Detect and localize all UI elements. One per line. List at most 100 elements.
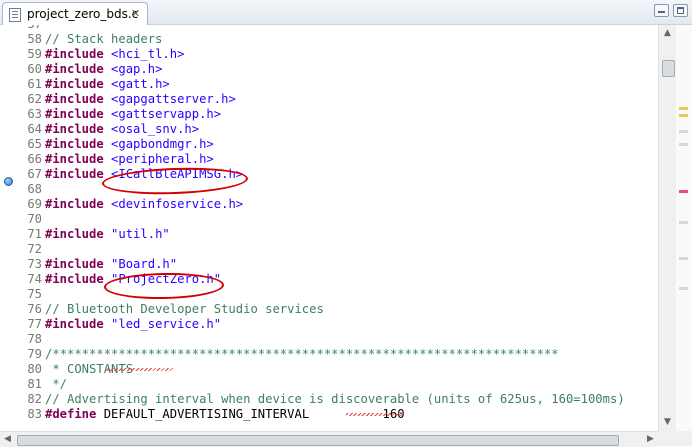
line-source[interactable]: #include "Board.h" <box>42 257 177 272</box>
minimize-icon[interactable] <box>654 4 669 17</box>
code-line[interactable]: 60 #include <gap.h> <box>0 62 625 77</box>
code-line[interactable]: 77 #include "led_service.h" <box>0 317 625 332</box>
code-line[interactable]: 73 #include "Board.h" <box>0 257 625 272</box>
line-source[interactable]: #include <gapbondmgr.h> <box>42 137 214 152</box>
code-line[interactable]: 65 #include <gapbondmgr.h> <box>0 137 625 152</box>
comment-token: */ <box>45 377 68 391</box>
code-line[interactable]: 79/*************************************… <box>0 347 625 362</box>
line-source[interactable]: /***************************************… <box>42 347 559 362</box>
line-number: 78 <box>27 332 42 346</box>
line-source[interactable]: // Stack headers <box>42 32 162 47</box>
overview-mark[interactable] <box>679 221 688 224</box>
overview-mark[interactable] <box>679 107 688 110</box>
scroll-left-icon[interactable]: ◀ <box>0 432 15 447</box>
line-number: 66 <box>27 152 42 166</box>
overview-mark[interactable] <box>679 257 688 260</box>
comment-token: // Bluetooth Developer Studio services <box>45 302 324 316</box>
overview-mark[interactable] <box>679 143 688 146</box>
string-token: "ProjectZero.h" <box>111 272 222 286</box>
keyword-token: #include <box>45 197 104 211</box>
scrollbar-corner <box>658 431 692 446</box>
line-number: 63 <box>27 107 42 121</box>
code-editor[interactable]: 5758// Stack headers59#include <hci_tl.h… <box>0 25 658 431</box>
line-source[interactable]: #include <hci_tl.h> <box>42 47 184 62</box>
tab-project-zero-bds[interactable]: project_zero_bds.c ✕ <box>2 2 148 25</box>
maximize-icon[interactable] <box>673 4 688 17</box>
code-line[interactable]: 62 #include <gapgattserver.h> <box>0 92 625 107</box>
code-line[interactable]: 71 #include "util.h" <box>0 227 625 242</box>
overview-ruler[interactable] <box>676 25 692 431</box>
line-source[interactable]: #include <peripheral.h> <box>42 152 214 167</box>
line-number: 74 <box>27 272 42 286</box>
code-line[interactable]: 69 #include <devinfoservice.h> <box>0 197 625 212</box>
code-line[interactable]: 67 #include <ICallBleAPIMSG.h> <box>0 167 625 182</box>
line-number: 75 <box>27 287 42 301</box>
line-number: 79 <box>27 347 42 361</box>
scroll-down-icon[interactable]: ▼ <box>659 414 676 431</box>
comment-token: // Stack headers <box>45 32 163 46</box>
code-line[interactable]: 70 <box>0 212 625 227</box>
overview-mark[interactable] <box>679 130 688 133</box>
string-token: "Board.h" <box>111 257 178 271</box>
overview-mark[interactable] <box>679 190 688 193</box>
c-file-icon <box>9 8 21 22</box>
line-source[interactable]: #include <ICallBleAPIMSG.h> <box>42 167 243 182</box>
line-number: 61 <box>27 77 42 91</box>
code-line[interactable]: 82// Advertising interval when device is… <box>0 392 625 407</box>
code-line[interactable]: 80 * CONSTANTS <box>0 362 625 377</box>
line-source[interactable]: #include <gattservapp.h> <box>42 107 221 122</box>
code-line[interactable]: 81 */ <box>0 377 625 392</box>
code-line[interactable]: 68 <box>0 182 625 197</box>
code-line[interactable]: 61 #include <gatt.h> <box>0 77 625 92</box>
code-line[interactable]: 78 <box>0 332 625 347</box>
scroll-thumb[interactable] <box>662 60 675 77</box>
line-source[interactable]: #include <gapgattserver.h> <box>42 92 236 107</box>
line-source[interactable]: #include "led_service.h" <box>42 317 221 332</box>
line-number: 58 <box>27 32 42 46</box>
overview-mark[interactable] <box>679 114 688 117</box>
line-source[interactable]: // Advertising interval when device is d… <box>42 392 625 407</box>
line-source[interactable]: #include <devinfoservice.h> <box>42 197 243 212</box>
close-icon[interactable]: ✕ <box>131 7 140 20</box>
horizontal-scrollbar[interactable]: ◀ ▶ <box>0 431 658 447</box>
code-line[interactable]: 72 <box>0 242 625 257</box>
scroll-thumb-horizontal[interactable] <box>17 435 619 446</box>
code-line[interactable]: 63 #include <gattservapp.h> <box>0 107 625 122</box>
line-number: 70 <box>27 212 42 226</box>
line-number: 68 <box>27 182 42 196</box>
line-source[interactable]: #include <gatt.h> <box>42 77 170 92</box>
code-line[interactable]: 66 #include <peripheral.h> <box>0 152 625 167</box>
code-line[interactable]: 75 <box>0 287 625 302</box>
line-source[interactable]: #include "util.h" <box>42 227 170 242</box>
code-lines[interactable]: 5758// Stack headers59#include <hci_tl.h… <box>0 25 625 422</box>
keyword-token: #include <box>45 272 104 286</box>
line-source[interactable]: */ <box>42 377 67 392</box>
line-source[interactable]: #include <gap.h> <box>42 62 162 77</box>
editor-tab-bar: project_zero_bds.c ✕ <box>0 0 692 25</box>
string-token: "led_service.h" <box>111 317 222 331</box>
overview-mark[interactable] <box>679 287 688 290</box>
code-line[interactable]: 59 #include <hci_tl.h> <box>0 47 625 62</box>
line-number: 76 <box>27 302 42 316</box>
code-line[interactable]: 64 #include <osal_snv.h> <box>0 122 625 137</box>
code-line[interactable]: 57 <box>0 25 625 32</box>
string-token: <hci_tl.h> <box>111 47 185 61</box>
code-line[interactable]: 76// Bluetooth Developer Studio services <box>0 302 625 317</box>
scroll-up-icon[interactable]: ▲ <box>659 25 676 42</box>
vertical-scrollbar[interactable]: ▲ ▼ <box>658 25 676 431</box>
code-line[interactable]: 74 #include "ProjectZero.h" <box>0 272 625 287</box>
line-source[interactable]: #include <osal_snv.h> <box>42 122 199 137</box>
scroll-right-icon[interactable]: ▶ <box>643 432 658 447</box>
keyword-token: #include <box>45 92 104 106</box>
code-line[interactable]: 83 #define DEFAULT_ADVERTISING_INTERVAL 1… <box>0 407 625 422</box>
code-line[interactable]: 58// Stack headers <box>0 32 625 47</box>
line-source[interactable]: #include "ProjectZero.h" <box>42 272 221 287</box>
line-source[interactable]: // Bluetooth Developer Studio services <box>42 302 324 317</box>
